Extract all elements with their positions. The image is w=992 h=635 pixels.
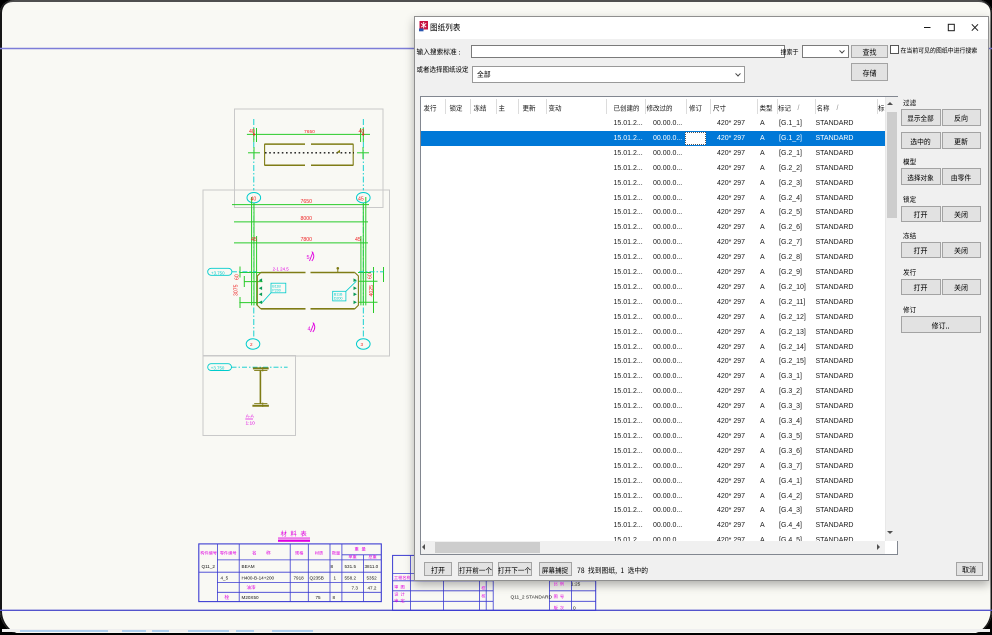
svg-text:7.3: 7.3: [352, 586, 359, 591]
svg-text:0: 0: [573, 605, 576, 611]
svg-text:3075: 3075: [234, 284, 240, 296]
svg-text:5: 5: [307, 255, 310, 261]
svg-text:45: 45: [355, 237, 361, 243]
svg-text:1:10: 1:10: [246, 421, 256, 427]
svg-text:47.2: 47.2: [368, 586, 377, 591]
svg-text:1: 1: [334, 576, 337, 581]
svg-text:BEAM: BEAM: [242, 564, 255, 569]
svg-text:4_5: 4_5: [221, 576, 229, 581]
svg-text:75: 75: [316, 595, 322, 600]
svg-text:45: 45: [251, 237, 257, 243]
svg-text:7800: 7800: [301, 237, 313, 243]
svg-text:Q11_2: Q11_2: [202, 564, 216, 569]
svg-text:45: 45: [358, 196, 364, 202]
svg-text:8: 8: [331, 564, 334, 569]
svg-text:+3.750: +3.750: [211, 270, 225, 275]
svg-text:5352: 5352: [367, 576, 378, 581]
svg-text:Q11_2 STANDARD: Q11_2 STANDARD: [511, 595, 553, 601]
svg-text:Q235B: Q235B: [310, 576, 324, 581]
svg-text:8: 8: [333, 595, 336, 600]
svg-text:8000: 8000: [301, 216, 313, 222]
svg-text:2-1 24.5: 2-1 24.5: [273, 267, 290, 272]
svg-text:7650: 7650: [304, 129, 315, 135]
svg-text:3811.0: 3811.0: [365, 564, 379, 569]
svg-text:60: 60: [234, 274, 240, 280]
svg-text:4025: 4025: [369, 285, 375, 297]
svg-text:4: 4: [308, 327, 311, 333]
svg-text:7918: 7918: [294, 576, 305, 581]
svg-text:531.5: 531.5: [345, 564, 357, 569]
svg-text:P200: P200: [272, 289, 280, 293]
svg-text:1:25: 1:25: [571, 581, 581, 587]
svg-text:D200: D200: [334, 297, 343, 301]
svg-text:60: 60: [368, 273, 374, 279]
svg-text:+3.750: +3.750: [211, 366, 225, 371]
svg-text:558.2: 558.2: [345, 576, 357, 581]
svg-text:3: 3: [361, 342, 364, 347]
svg-text:H400-B-14+200: H400-B-14+200: [242, 576, 275, 581]
svg-text:A-A: A-A: [246, 414, 255, 420]
svg-text:M20X50: M20X50: [242, 595, 260, 600]
svg-text:2: 2: [250, 342, 253, 347]
svg-text:7650: 7650: [301, 199, 313, 205]
svg-text:40: 40: [251, 196, 257, 202]
